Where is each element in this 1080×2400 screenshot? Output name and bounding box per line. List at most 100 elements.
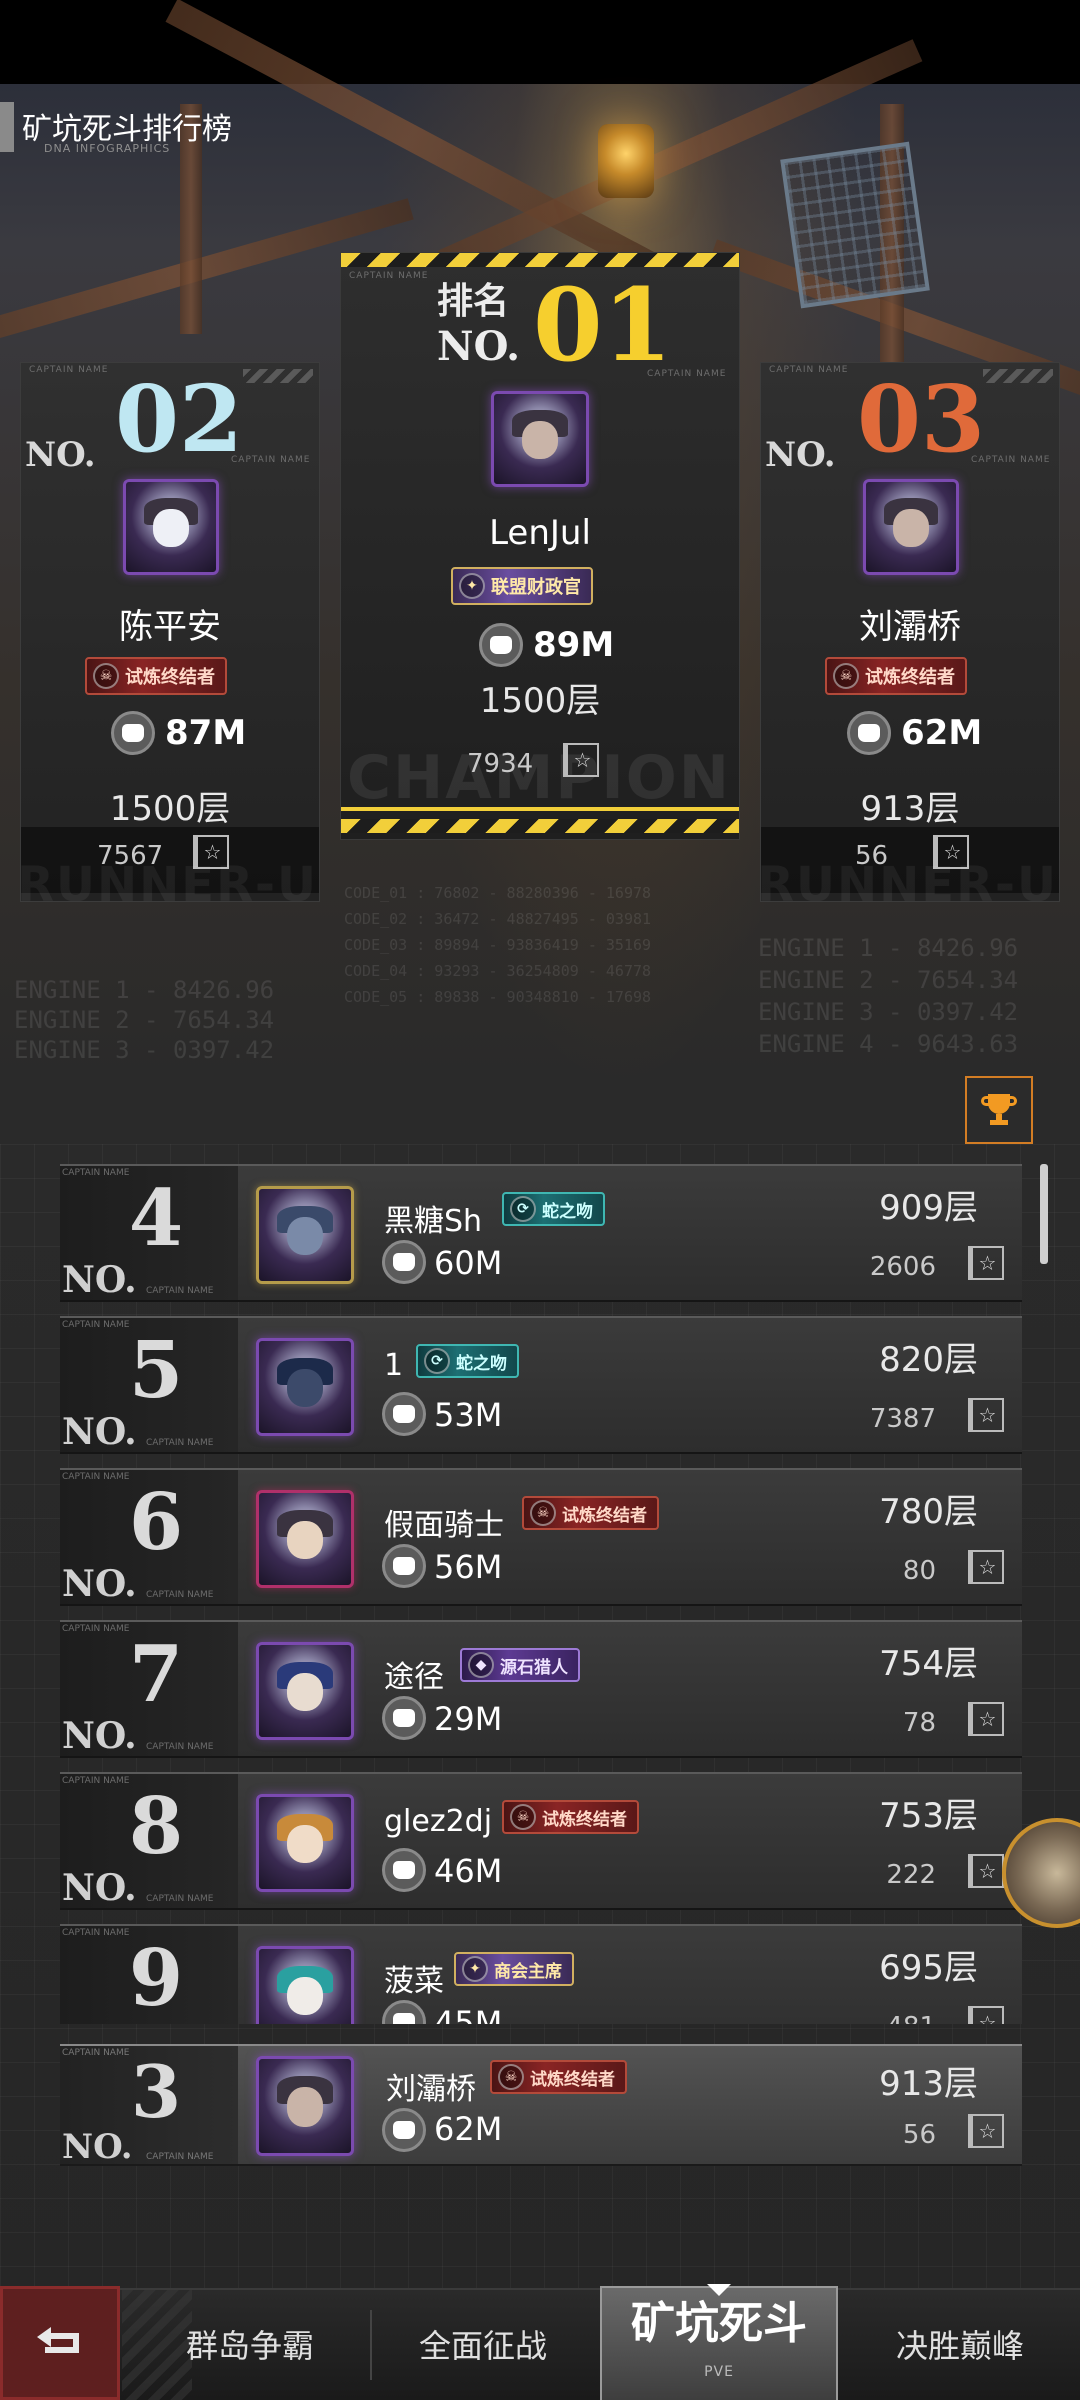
fist-power-icon <box>382 1696 426 1740</box>
rank-number: 7 <box>128 1629 184 1720</box>
title-badge: ⟳ 蛇之吻 <box>416 1344 519 1378</box>
captain-name-label: CAPTAIN NAME <box>146 1590 214 1600</box>
leaderboard-row[interactable]: CAPTAIN NAME 9 NO. CAPTAIN NAME 菠菜 ✦商会主席… <box>60 1924 1022 2024</box>
player-avatar[interactable] <box>256 1186 354 1284</box>
no-label: NO. <box>62 1715 137 1757</box>
badge-text: 试炼终结者 <box>125 667 215 688</box>
leaderboard-row[interactable]: CAPTAIN NAME 6 NO. CAPTAIN NAME 假面骑士 ☠ 试炼… <box>60 1468 1022 1606</box>
my-rank-row[interactable]: CAPTAIN NAME 3 NO. CAPTAIN NAME 刘灞桥 ☠ 试炼终… <box>60 2044 1022 2166</box>
title-badge: ⟳ 蛇之吻 <box>502 1192 605 1226</box>
leaderboard-row[interactable]: CAPTAIN NAME 8 NO. CAPTAIN NAME glez2dj … <box>60 1772 1022 1910</box>
power-value: 62M <box>901 713 983 753</box>
leaderboard-list[interactable]: CAPTAIN NAME 4 NO. CAPTAIN NAME 黑糖Sh ⟳ 蛇之… <box>60 1164 1022 2024</box>
code-line: CODE_01 : 76802 - 88280396 - 16978 <box>344 884 652 902</box>
crest-icon: ✦ <box>459 573 485 599</box>
player-avatar[interactable] <box>256 1642 354 1740</box>
tab-mode-label: PVE <box>704 2364 734 2380</box>
like-count: 56 <box>902 2120 936 2150</box>
title-badge: ◆ 源石猎人 <box>460 1648 580 1682</box>
fist-power-icon <box>382 1240 426 1284</box>
title-badge: ☠ 试炼终结者 <box>85 657 227 695</box>
player-name: 陈平安 <box>119 607 221 647</box>
like-count: 222 <box>886 1860 936 1890</box>
rank-number: 6 <box>128 1477 184 1568</box>
badge-text: 商会主席 <box>494 1961 562 1982</box>
podium-card-rank1[interactable]: CAPTAIN NAME 排名 NO. 01 CAPTAIN NAME LenJ… <box>340 252 740 840</box>
floor-value: 820层 <box>879 1340 978 1380</box>
tab-archipelago[interactable]: 群岛争霸 <box>140 2288 360 2400</box>
player-avatar[interactable] <box>256 1946 354 2024</box>
like-star-icon[interactable]: ☆ <box>968 1702 1004 1736</box>
title-badge: ✦ 联盟财政官 <box>451 567 593 605</box>
runner-up-watermark: RUNNER-UP <box>760 857 1059 902</box>
trophy-button[interactable] <box>965 1076 1033 1144</box>
leaderboard-row[interactable]: CAPTAIN NAME 5 NO. CAPTAIN NAME 1 ⟳ 蛇之吻 5… <box>60 1316 1022 1454</box>
badge-text: 试炼终结者 <box>562 1505 647 1526</box>
power-value: 87M <box>165 713 247 753</box>
captain-name-label: CAPTAIN NAME <box>62 1320 130 1330</box>
podium-card-rank2[interactable]: CAPTAIN NAME NO. 02 CAPTAIN NAME 陈平安 ☠ 试炼… <box>20 362 320 902</box>
like-star-icon[interactable]: ☆ <box>968 1398 1004 1432</box>
code-line: CODE_03 : 89894 - 93836419 - 35169 <box>344 936 652 954</box>
leaderboard-row[interactable]: CAPTAIN NAME 4 NO. CAPTAIN NAME 黑糖Sh ⟳ 蛇之… <box>60 1164 1022 1302</box>
no-label: NO. <box>62 1867 137 1909</box>
like-star-icon[interactable]: ☆ <box>968 1550 1004 1584</box>
engine-line: ENGINE 2 - 7654.34 <box>758 966 1019 994</box>
floor-value: 909层 <box>879 1188 978 1228</box>
no-label: NO. <box>765 435 836 475</box>
power-value: 56M <box>434 1548 503 1586</box>
tab-decisive-peak[interactable]: 决胜巅峰 <box>850 2288 1070 2400</box>
player-avatar[interactable] <box>256 1338 354 1436</box>
like-star-icon[interactable]: ☆ <box>968 2006 1004 2024</box>
fist-power-icon <box>382 1544 426 1588</box>
badge-text: 联盟财政官 <box>491 577 581 598</box>
header-accent-bar <box>0 102 14 152</box>
player-avatar[interactable] <box>863 479 959 575</box>
swirl-icon: ⟳ <box>424 1348 450 1374</box>
player-avatar[interactable] <box>256 1490 354 1588</box>
skull-icon: ☠ <box>833 663 859 689</box>
player-name: LenJul <box>489 513 591 553</box>
like-star-icon[interactable]: ☆ <box>968 1854 1004 1888</box>
engine-line: ENGINE 4 - 9643.63 <box>758 1030 1019 1058</box>
like-count: 7934 <box>467 749 534 779</box>
like-star-icon[interactable]: ☆ <box>968 1246 1004 1280</box>
player-avatar[interactable] <box>256 2056 354 2156</box>
floor-value: 913层 <box>879 2064 978 2104</box>
player-name: 刘灞桥 <box>386 2072 476 2107</box>
hanging-lantern <box>598 124 654 198</box>
page-subtitle: DNA INFOGRAPHICS <box>44 142 171 155</box>
engine-line: ENGINE 3 - 0397.42 <box>758 998 1019 1026</box>
no-label: NO. <box>62 2022 137 2024</box>
rank-number: 4 <box>128 1173 184 1264</box>
floor-value: 913层 <box>860 789 960 829</box>
tab-mine-deathmatch-label: 矿坑死斗 <box>631 2298 807 2349</box>
back-button[interactable] <box>0 2286 120 2400</box>
tab-full-campaign[interactable]: 全面征战 <box>378 2288 588 2400</box>
badge-text: 蛇之吻 <box>456 1353 507 1374</box>
rank-prefix-label: 排名 <box>437 280 510 322</box>
like-count: 481 <box>886 2012 936 2024</box>
fist-power-icon <box>111 711 155 755</box>
captain-name-label: CAPTAIN NAME <box>29 365 109 375</box>
like-star-icon[interactable]: ☆ <box>563 743 599 777</box>
fist-power-icon <box>847 711 891 755</box>
power-value: 89M <box>533 625 615 665</box>
player-avatar[interactable] <box>491 391 589 487</box>
player-name: 途径 <box>384 1660 444 1695</box>
player-name: 刘灞桥 <box>859 607 961 647</box>
list-scrollbar[interactable] <box>1040 1164 1048 1264</box>
like-star-icon[interactable]: ☆ <box>968 2114 1004 2148</box>
podium-card-rank3[interactable]: CAPTAIN NAME NO. 03 CAPTAIN NAME 刘灞桥 ☠ 试炼… <box>760 362 1060 902</box>
player-avatar[interactable] <box>123 479 219 575</box>
player-avatar[interactable] <box>256 1794 354 1892</box>
captain-name-label: CAPTAIN NAME <box>62 1624 130 1634</box>
floor-value: 1500层 <box>109 789 231 829</box>
status-bar <box>0 0 1080 84</box>
badge-text: 源石猎人 <box>500 1657 568 1678</box>
title-badge: ✦ 商会主席 <box>454 1952 574 1986</box>
like-count: 2606 <box>869 1252 936 1282</box>
code-line: CODE_04 : 93293 - 36254809 - 46778 <box>344 962 652 980</box>
leaderboard-row[interactable]: CAPTAIN NAME 7 NO. CAPTAIN NAME 途径 ◆ 源石猎人… <box>60 1620 1022 1758</box>
engine-line: ENGINE 1 - 8426.96 <box>14 976 275 1004</box>
